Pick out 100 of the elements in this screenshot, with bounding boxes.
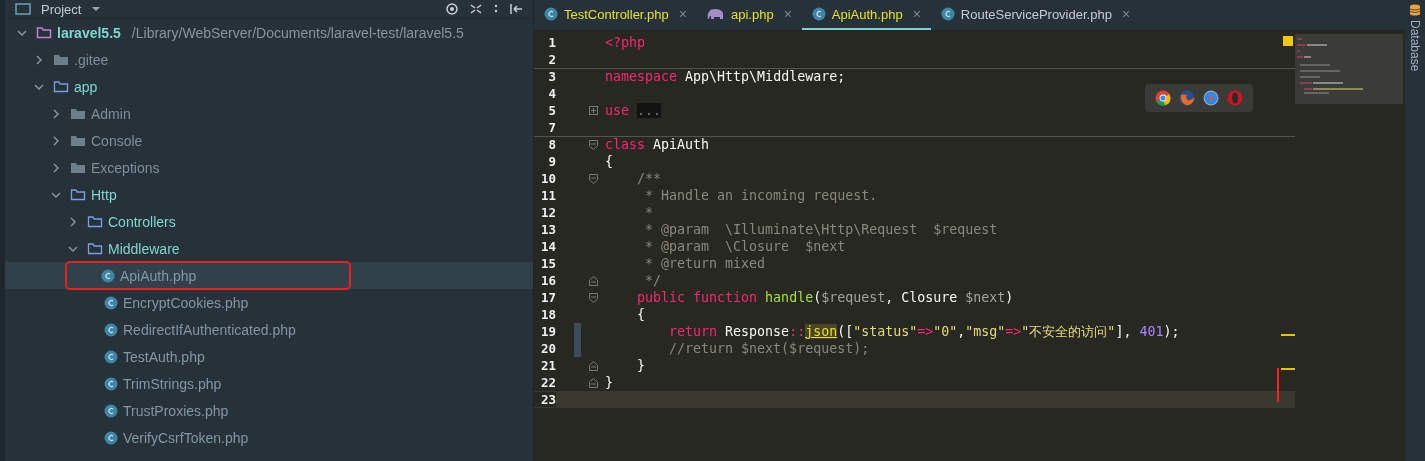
change-marker[interactable] bbox=[574, 340, 581, 357]
tree-item-label: Exceptions bbox=[91, 159, 160, 176]
chevron-right-icon[interactable] bbox=[68, 216, 78, 227]
change-marker[interactable] bbox=[574, 323, 581, 340]
class-icon bbox=[544, 7, 558, 21]
code-line: public function handle($request, Closure $next) bbox=[636, 290, 1014, 305]
code-line: } bbox=[636, 358, 646, 373]
elephant-icon bbox=[706, 7, 725, 21]
tree-item[interactable]: TrimStrings.php bbox=[5, 370, 533, 397]
code-line: * Handle an incoming request. bbox=[644, 188, 878, 203]
tree-item-label: TrimStrings.php bbox=[123, 375, 222, 392]
tree-item[interactable]: Http bbox=[5, 181, 533, 208]
chevron-right-icon[interactable] bbox=[51, 135, 61, 146]
more-icon[interactable] bbox=[493, 3, 499, 15]
code-line: return Response::json(["status"=>"0","msg"=>"不安全的访问"], 401); bbox=[668, 322, 1180, 341]
chevron-right-icon[interactable] bbox=[51, 108, 61, 119]
tree-item-label: Admin bbox=[91, 105, 131, 122]
code-line: { bbox=[605, 154, 613, 169]
tree-item[interactable]: Admin bbox=[5, 100, 533, 127]
tree-item-label: EncryptCookies.php bbox=[123, 294, 249, 311]
class-icon bbox=[811, 7, 826, 21]
chevron-right-icon[interactable] bbox=[51, 162, 61, 173]
tree-item-label: TestAuth.php bbox=[123, 348, 205, 365]
tree-item[interactable]: .gitee bbox=[5, 46, 533, 73]
code-line: * @param \Closure $next bbox=[644, 239, 846, 254]
fox-globe-icon[interactable] bbox=[1179, 90, 1195, 106]
dropdown-caret-icon[interactable] bbox=[91, 5, 102, 13]
tree-item-label: .gitee bbox=[74, 51, 109, 68]
fold-icon[interactable] bbox=[588, 292, 598, 303]
class-icon bbox=[104, 322, 118, 337]
fold-end-icon[interactable] bbox=[588, 275, 598, 286]
code-line: * bbox=[644, 205, 654, 220]
fold-icon[interactable] bbox=[588, 139, 598, 150]
tree-item-label: Console bbox=[91, 132, 143, 149]
class-icon bbox=[940, 7, 955, 21]
database-tab[interactable]: Database bbox=[1408, 20, 1422, 72]
code-line: { bbox=[636, 307, 646, 322]
editor-tab[interactable]: api.php × bbox=[696, 0, 802, 30]
editor-tab[interactable]: RouteServiceProvider.php × bbox=[930, 0, 1141, 30]
code-line: use ... bbox=[605, 103, 662, 118]
close-icon[interactable]: × bbox=[1121, 6, 1131, 22]
error-marker[interactable] bbox=[1277, 368, 1279, 402]
warning-marker[interactable] bbox=[1281, 368, 1295, 370]
code-line: * @param \Illuminate\Http\Request $request bbox=[644, 222, 998, 237]
minimap-drawing[interactable] bbox=[1295, 34, 1403, 104]
tree-item-label: Middleware bbox=[108, 240, 180, 257]
code-line: class ApiAuth bbox=[605, 137, 710, 152]
class-icon bbox=[104, 430, 118, 445]
target-icon[interactable] bbox=[445, 3, 459, 15]
code-line: } bbox=[605, 375, 613, 390]
class-icon bbox=[104, 376, 118, 391]
tree-item-label: RedirectIfAuthenticated.php bbox=[123, 321, 296, 338]
close-icon[interactable]: × bbox=[678, 6, 687, 22]
class-icon bbox=[104, 349, 118, 364]
opera-icon[interactable] bbox=[1227, 90, 1243, 106]
chrome-icon[interactable] bbox=[1155, 90, 1171, 106]
code-line: */ bbox=[644, 273, 662, 288]
tree-item[interactable]: Exceptions bbox=[5, 154, 533, 181]
tree-item[interactable]: ApiAuth.php bbox=[5, 262, 533, 289]
fold-icon[interactable] bbox=[588, 173, 598, 184]
tree-item[interactable]: TrustProxies.php bbox=[5, 397, 533, 424]
tree-item-label: Http bbox=[91, 186, 117, 203]
database-icon[interactable] bbox=[1409, 4, 1421, 16]
tree-item[interactable]: RedirectIfAuthenticated.php bbox=[5, 316, 533, 343]
collapse-icon[interactable] bbox=[469, 3, 483, 15]
fold-end-icon[interactable] bbox=[588, 377, 598, 388]
class-icon bbox=[104, 295, 118, 310]
chevron-right-icon[interactable] bbox=[34, 54, 44, 65]
tree-item[interactable]: Console bbox=[5, 127, 533, 154]
tree-item-label: laravel5.5 bbox=[57, 24, 121, 41]
fold-end-icon[interactable] bbox=[588, 360, 598, 371]
code-line: /** bbox=[636, 171, 662, 186]
close-icon[interactable]: × bbox=[912, 6, 921, 22]
tree-item[interactable]: app bbox=[5, 73, 533, 100]
code-line: * @return mixed bbox=[644, 256, 766, 271]
tree-item[interactable]: Middleware bbox=[5, 235, 533, 262]
tree-item[interactable]: laravel5.5 /Library/WebServer/Documents/laravel-test/laravel5.5 bbox=[5, 19, 533, 46]
tree-item[interactable]: TestAuth.php bbox=[5, 343, 533, 370]
tree-item-label: app bbox=[74, 78, 98, 95]
editor-tab[interactable]: TestController.php × bbox=[534, 0, 697, 30]
close-icon[interactable]: × bbox=[783, 6, 792, 22]
tree-item[interactable]: Controllers bbox=[5, 208, 533, 235]
tree-item-label: Controllers bbox=[108, 213, 176, 230]
code-line: <?php bbox=[605, 35, 646, 50]
tree-item-label: ApiAuth.php bbox=[120, 267, 197, 284]
hide-panel-icon[interactable] bbox=[509, 3, 523, 15]
project-path: /Library/WebServer/Documents/laravel-test/laravel5.5 bbox=[131, 24, 464, 41]
line-number: 23 bbox=[534, 392, 556, 407]
code-line: //return $next($request); bbox=[668, 341, 870, 356]
tree-item-label: TrustProxies.php bbox=[123, 402, 229, 419]
tree-item-label: VerifyCsrfToken.php bbox=[123, 429, 249, 446]
tree-item[interactable]: EncryptCookies.php bbox=[5, 289, 533, 316]
expand-fold-icon[interactable] bbox=[588, 106, 598, 115]
compass-icon[interactable] bbox=[1203, 90, 1219, 106]
panel-title[interactable]: Project bbox=[41, 1, 82, 17]
code-line: namespace App\Http\Middleware; bbox=[605, 69, 846, 84]
tree-item[interactable]: VerifyCsrfToken.php bbox=[5, 424, 533, 451]
class-icon bbox=[104, 403, 118, 418]
class-icon bbox=[101, 268, 115, 283]
warning-marker[interactable] bbox=[1281, 334, 1295, 336]
